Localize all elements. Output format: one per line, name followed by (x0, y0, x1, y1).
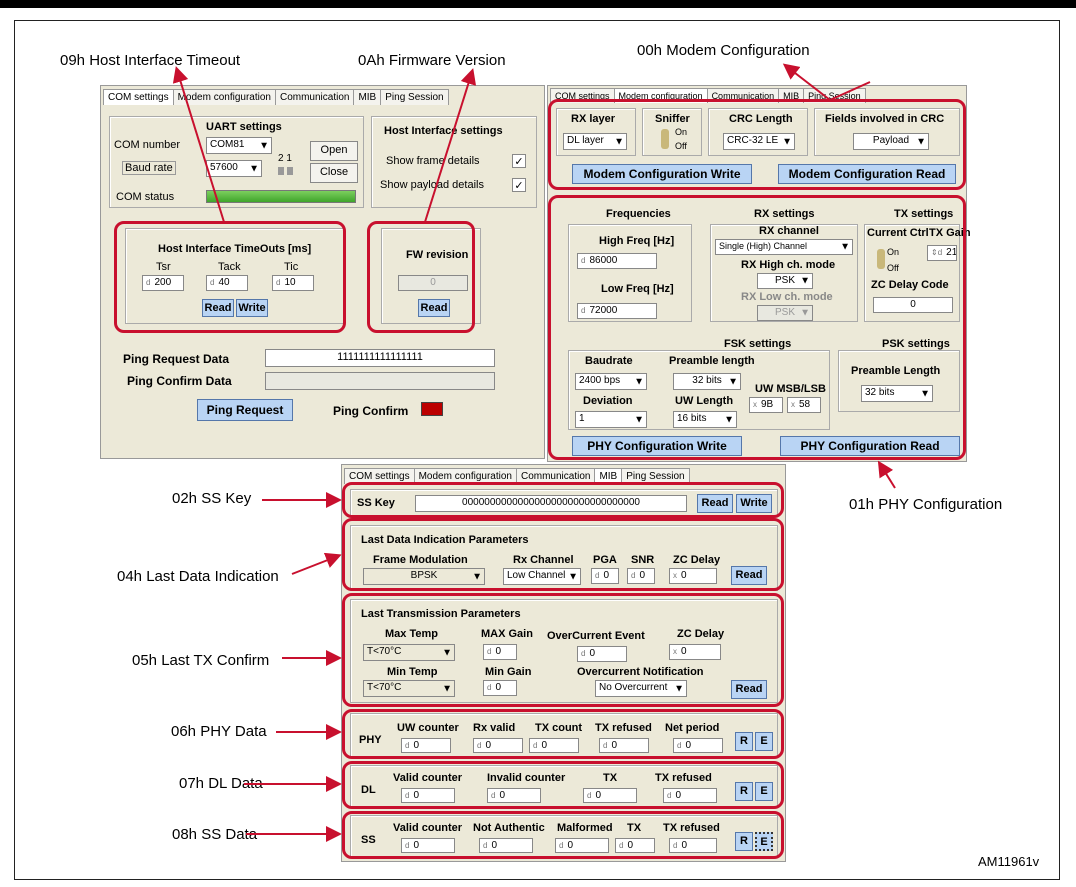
arrow-modem-config (782, 63, 831, 101)
callout-arrows (172, 63, 896, 842)
arrow-last-data (291, 552, 342, 575)
arrow-modem-config-tail (829, 81, 871, 101)
arrow-host-timeout (172, 66, 225, 223)
arrow-fw-version (424, 68, 477, 223)
arrow-phy-config (877, 460, 896, 489)
